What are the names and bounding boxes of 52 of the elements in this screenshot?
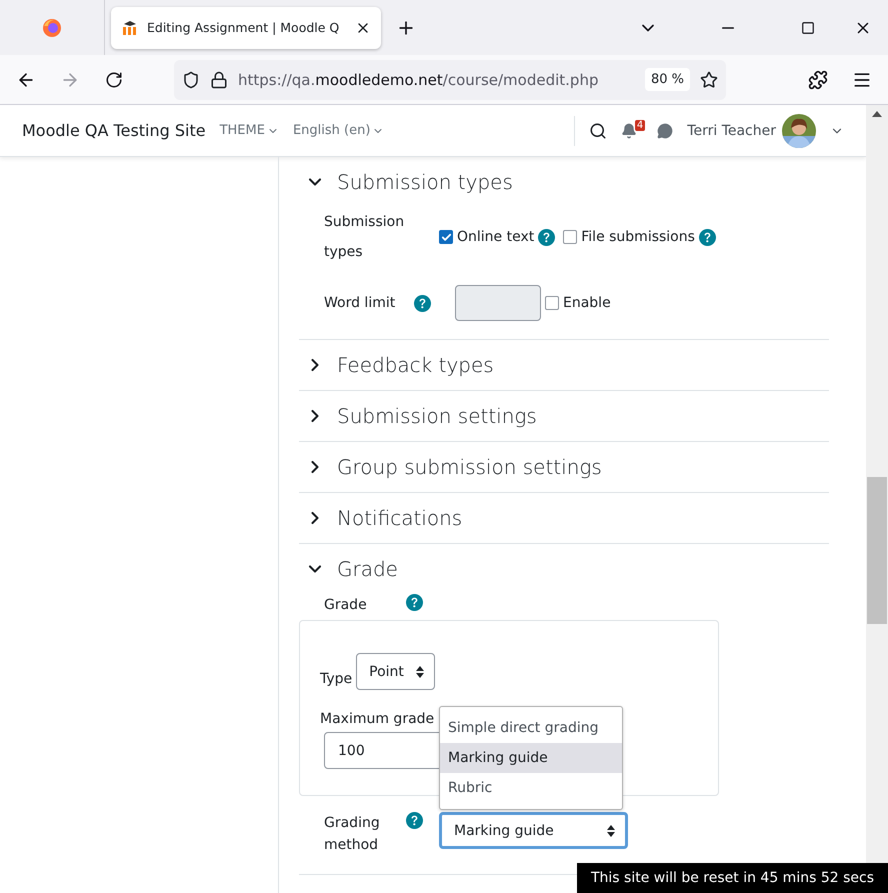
checkbox[interactable]: [563, 230, 578, 244]
dropdown-option[interactable]: Rubric: [440, 773, 622, 803]
section-header[interactable]: Group submission settings: [299, 442, 829, 492]
field-label: Submission types: [324, 213, 406, 262]
field-label: Grading method: [324, 814, 381, 855]
checkbox-label: File submissions: [581, 229, 695, 245]
nav-menu[interactable]: THEME: [220, 123, 279, 138]
site-favicon: [121, 20, 139, 34]
type-select[interactable]: Point: [356, 653, 436, 690]
address-bar[interactable]: https://qa.moodledemo.net/course/modedit.php 80 %: [174, 60, 726, 100]
checkbox-label: Online text: [457, 229, 534, 245]
zoom-level[interactable]: 80 %: [644, 68, 690, 91]
reset-toast: This site will be reset in 45 mins 52 secs: [577, 863, 888, 893]
sort-arrows-icon: [416, 666, 424, 678]
section-header[interactable]: Feedback types: [299, 340, 829, 390]
browser-tab[interactable]: Editing Assignment | Moodle Q: [111, 6, 381, 48]
lock-icon[interactable]: [210, 70, 228, 88]
bookmark-star-icon[interactable]: [700, 70, 718, 88]
field-label: Type: [320, 670, 352, 689]
maximize-icon[interactable]: [801, 20, 815, 34]
user-name[interactable]: Terri Teacher: [687, 122, 776, 138]
shield-icon[interactable]: [182, 70, 200, 88]
site-name[interactable]: Moodle QA Testing Site: [22, 121, 206, 140]
notification-count: 4: [634, 120, 646, 130]
section-header[interactable]: Submission settings: [299, 391, 829, 441]
nav-menu[interactable]: English (en): [292, 123, 384, 138]
field-label: Word limit: [324, 294, 396, 313]
help-icon[interactable]: [406, 812, 423, 829]
help-icon[interactable]: [406, 594, 423, 611]
bell-icon[interactable]: [621, 122, 638, 138]
field-label: Grade: [324, 596, 367, 615]
browser-logo-icon[interactable]: [42, 18, 62, 38]
section-header[interactable]: Notifications: [299, 493, 829, 543]
checkbox-label: Enable: [563, 295, 611, 311]
dropdown-option[interactable]: Marking guide: [440, 743, 622, 773]
help-icon[interactable]: [698, 228, 716, 246]
help-icon[interactable]: [538, 228, 556, 246]
help-icon[interactable]: [414, 294, 431, 312]
section-header[interactable]: Grade: [299, 544, 829, 594]
chat-icon[interactable]: [657, 122, 674, 138]
scroll-up-icon[interactable]: [872, 111, 882, 117]
section-header[interactable]: Submission types: [299, 157, 829, 207]
sort-arrows-icon: [607, 824, 615, 836]
extensions-icon[interactable]: [808, 70, 828, 90]
dropdown-option[interactable]: Simple direct grading: [440, 713, 622, 743]
search-icon[interactable]: [589, 122, 608, 140]
url-text: https://qa.moodledemo.net/course/modedit.php: [238, 70, 600, 88]
scrollbar-thumb[interactable]: [867, 477, 887, 624]
grading-method-select[interactable]: Marking guide: [439, 812, 628, 849]
field-label: Maximum grade: [320, 710, 434, 729]
reload-icon[interactable]: [105, 70, 123, 88]
checkbox[interactable]: [439, 230, 453, 244]
